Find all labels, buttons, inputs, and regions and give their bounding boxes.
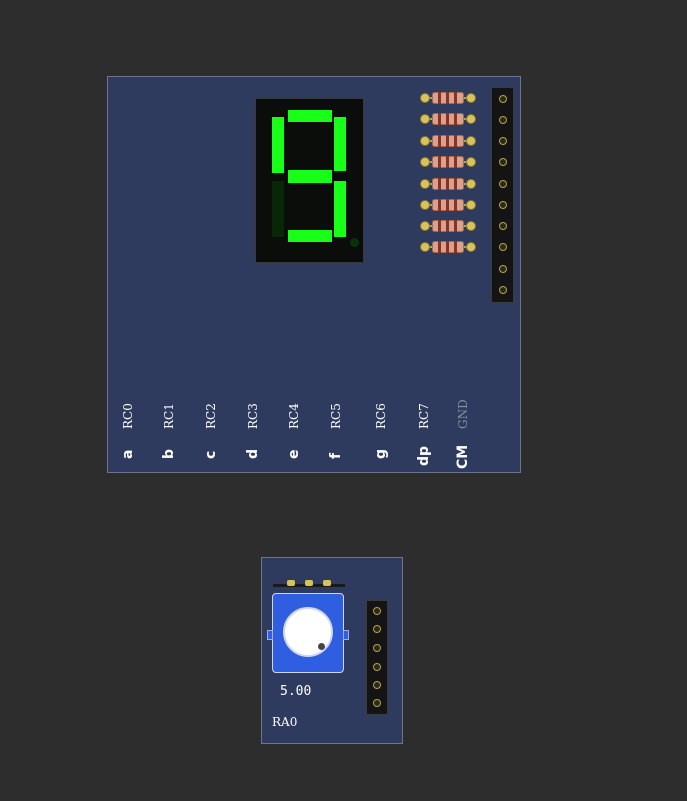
pin-label-gnd: GND	[456, 399, 470, 429]
header-pin[interactable]	[373, 625, 381, 633]
potentiometer[interactable]	[267, 580, 349, 673]
pin-header[interactable]	[366, 600, 388, 715]
segment-g	[288, 170, 332, 183]
pin-label-rc5: RC5	[329, 403, 343, 429]
header-pin[interactable]	[499, 243, 507, 251]
segment-d	[288, 230, 332, 242]
segment-dp	[350, 238, 359, 247]
pin-label-rc1: RC1	[162, 403, 176, 429]
seven-segment-display	[255, 98, 364, 263]
resistor	[420, 177, 476, 191]
header-pin[interactable]	[373, 681, 381, 689]
potentiometer-value: 5.00	[280, 684, 312, 699]
segment-a	[288, 110, 332, 122]
pin-label-rc6: RC6	[374, 403, 388, 429]
pin-label-rc0: RC0	[121, 403, 135, 429]
header-pin[interactable]	[373, 663, 381, 671]
seven-segment-board[interactable]: RC0 RC1 RC2 RC3 RC4 RC5 RC6 RC7 GND a b …	[107, 76, 521, 473]
potentiometer-board[interactable]: 5.00 RA0	[261, 557, 403, 744]
segment-label-e: e	[286, 449, 302, 460]
header-pin[interactable]	[499, 265, 507, 273]
segment-label-dp: dp	[416, 445, 432, 466]
segment-c	[334, 181, 346, 237]
segment-b	[334, 117, 346, 171]
header-pin[interactable]	[499, 158, 507, 166]
resistor	[420, 219, 476, 233]
potentiometer-pin-label: RA0	[272, 715, 298, 729]
header-pin[interactable]	[499, 137, 507, 145]
resistor	[420, 198, 476, 212]
segment-label-a: a	[120, 449, 136, 459]
segment-f	[272, 117, 284, 173]
header-pin[interactable]	[499, 95, 507, 103]
potentiometer-tab	[267, 630, 273, 640]
pin-label-rc4: RC4	[287, 403, 301, 429]
segment-e	[272, 181, 284, 237]
segment-label-cm: CM	[455, 444, 471, 469]
header-pin[interactable]	[499, 180, 507, 188]
potentiometer-lead	[287, 580, 295, 586]
segment-label-c: c	[203, 450, 219, 459]
pin-label-rc3: RC3	[246, 403, 260, 429]
header-pin[interactable]	[373, 607, 381, 615]
resistor	[420, 240, 476, 254]
header-pin[interactable]	[499, 116, 507, 124]
knob-indicator-icon	[318, 643, 325, 650]
resistor	[420, 91, 476, 105]
header-pin[interactable]	[499, 286, 507, 294]
potentiometer-lead	[305, 580, 313, 586]
resistor	[420, 134, 476, 148]
potentiometer-lead	[323, 580, 331, 586]
resistor	[420, 155, 476, 169]
header-pin[interactable]	[373, 699, 381, 707]
resistor	[420, 112, 476, 126]
pin-label-rc7: RC7	[417, 403, 431, 429]
pin-label-rc2: RC2	[204, 403, 218, 429]
header-pin[interactable]	[373, 644, 381, 652]
header-pin[interactable]	[499, 201, 507, 209]
segment-label-g: g	[373, 448, 389, 459]
header-pin[interactable]	[499, 222, 507, 230]
segment-label-d: d	[245, 448, 261, 459]
potentiometer-tab	[343, 630, 349, 640]
potentiometer-knob[interactable]	[283, 607, 333, 657]
segment-label-b: b	[161, 448, 177, 459]
segment-label-f: f	[328, 452, 344, 459]
pin-header[interactable]	[491, 87, 514, 303]
